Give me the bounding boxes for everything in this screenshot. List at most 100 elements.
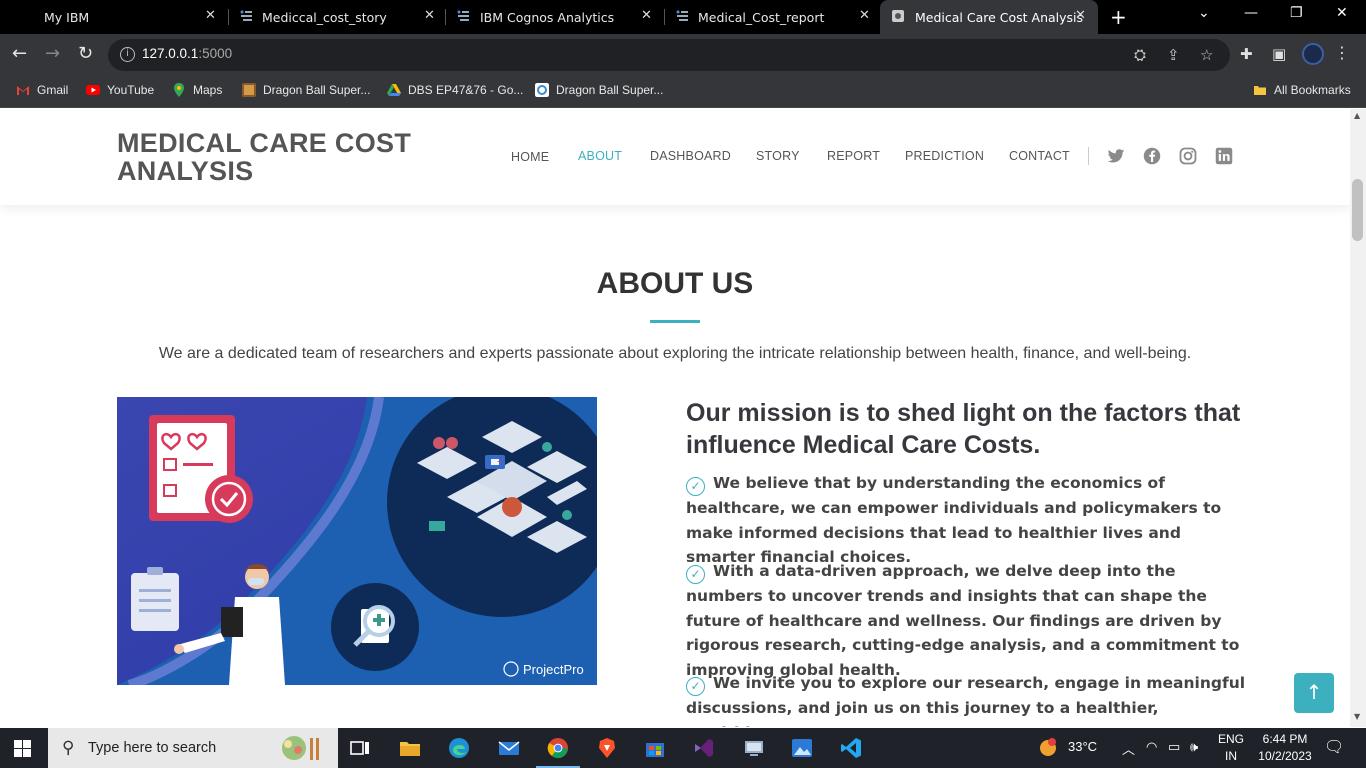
tray-chevron-icon[interactable]: ︿	[1122, 739, 1135, 758]
battery-icon[interactable]: ▭	[1168, 739, 1180, 755]
translate-icon[interactable]: ⛭	[1134, 46, 1146, 64]
edge-icon[interactable]	[447, 736, 471, 760]
tab-my-ibm[interactable]: My IBM ✕	[0, 0, 228, 34]
folder-icon	[1254, 86, 1266, 95]
site-info-icon[interactable]: i	[120, 47, 135, 62]
nav-report[interactable]: REPORT	[827, 149, 880, 163]
nav-home[interactable]: HOME	[511, 150, 549, 164]
url-text: 127.0.0.1:5000	[142, 46, 232, 61]
mail-icon[interactable]	[497, 736, 521, 760]
nav-dashboard[interactable]: DASHBOARD	[650, 149, 731, 163]
site-favicon-icon	[892, 10, 904, 22]
nav-prediction[interactable]: PREDICTION	[905, 149, 984, 163]
region-code: IN	[1225, 749, 1237, 763]
bookmark-youtube[interactable]: YouTube	[86, 83, 154, 97]
bookmark-dragon-ball-2[interactable]: Dragon Ball Super...	[535, 83, 663, 97]
mission-bullet: ✓ We invite you to explore our research, …	[686, 671, 1246, 727]
input-language[interactable]: ENG IN	[1218, 731, 1244, 765]
nav-divider	[1088, 147, 1089, 165]
site-logo[interactable]: MEDICAL CARE COST ANALYSIS	[117, 129, 437, 185]
address-bar[interactable]: i 127.0.0.1:5000 ⛭ ⇪ ☆	[108, 39, 1230, 71]
close-icon[interactable]: ✕	[205, 8, 216, 23]
tab-ibm-cognos-analytics[interactable]: IBM Cognos Analytics ✕	[446, 0, 664, 34]
nav-story[interactable]: STORY	[756, 149, 800, 163]
side-panel-icon[interactable]: ▣	[1272, 45, 1286, 63]
share-icon[interactable]: ⇪	[1167, 46, 1180, 64]
nav-about[interactable]: ABOUT	[578, 149, 622, 163]
weather-temperature[interactable]: 33°C	[1068, 739, 1097, 754]
task-view-icon[interactable]	[348, 736, 372, 760]
bookmark-site-icon	[535, 83, 549, 97]
photos-icon[interactable]	[790, 736, 814, 760]
menu-kebab-icon[interactable]: ⋮	[1334, 43, 1350, 62]
check-circle-icon: ✓	[686, 677, 705, 696]
taskbar-search-box[interactable]: ⚲ Type here to search	[48, 728, 338, 768]
mission-bullet: ✓ We believe that by understanding the ec…	[686, 471, 1246, 570]
profile-avatar[interactable]	[1302, 43, 1324, 65]
maps-icon	[174, 83, 184, 97]
close-icon[interactable]: ✕	[641, 8, 652, 23]
chrome-icon[interactable]	[546, 736, 570, 760]
file-explorer-icon[interactable]	[398, 736, 422, 760]
youtube-icon	[86, 85, 100, 95]
windows-start-icon[interactable]	[14, 740, 31, 757]
volume-icon[interactable]: 🕪	[1190, 739, 1198, 755]
twitter-icon[interactable]	[1107, 147, 1125, 165]
bookmark-dbs-drive[interactable]: DBS EP47&76 - Go...	[387, 83, 523, 97]
back-to-top-button[interactable]: ↑	[1294, 673, 1334, 713]
visual-studio-icon[interactable]	[692, 736, 716, 760]
new-tab-plus-icon[interactable]: +	[1110, 5, 1127, 29]
scroll-down-arrow-icon[interactable]: ▼	[1354, 712, 1360, 721]
bookmark-label: Maps	[193, 83, 223, 97]
all-bookmarks-folder[interactable]: All Bookmarks	[1253, 83, 1351, 97]
tab-medical-cost-report[interactable]: Medical_Cost_report ✕	[665, 0, 880, 34]
system-clock[interactable]: 6:44 PM 10/2/2023	[1250, 731, 1320, 765]
tab-search-chevron-icon[interactable]: ⌄	[1198, 5, 1210, 21]
close-icon[interactable]: ✕	[424, 8, 435, 23]
restore-icon[interactable]: ❐	[1290, 5, 1303, 21]
instagram-icon[interactable]	[1179, 147, 1197, 165]
scroll-up-arrow-icon[interactable]: ▲	[1354, 111, 1360, 120]
tab-label: Medical Care Cost Analysis	[915, 10, 1084, 25]
bookmark-star-icon[interactable]: ☆	[1200, 46, 1213, 64]
check-circle-icon: ✓	[686, 565, 705, 584]
remote-desktop-icon[interactable]	[742, 736, 766, 760]
cognos-icon	[457, 10, 469, 21]
minimize-icon[interactable]: —	[1244, 5, 1258, 21]
all-bookmarks-label: All Bookmarks	[1274, 83, 1351, 97]
store-icon[interactable]	[643, 736, 667, 760]
bullet-text: With a data-driven approach, we delve de…	[686, 562, 1240, 679]
extensions-puzzle-icon[interactable]: ✚	[1240, 45, 1253, 63]
vscode-icon[interactable]	[839, 736, 863, 760]
clock-time: 6:44 PM	[1262, 732, 1308, 746]
nav-contact[interactable]: CONTACT	[1009, 149, 1070, 163]
weather-icon[interactable]	[1036, 736, 1060, 760]
close-icon[interactable]: ✕	[1075, 8, 1086, 23]
medical-illustration: ProjectPro	[117, 397, 597, 685]
forward-arrow-icon[interactable]: →	[45, 43, 60, 64]
close-icon[interactable]: ✕	[859, 8, 870, 23]
tab-label: Medical_Cost_report	[698, 10, 825, 25]
bookmark-gmail[interactable]: Gmail	[16, 83, 68, 97]
reload-icon[interactable]: ↻	[78, 43, 93, 64]
drive-icon	[387, 84, 401, 96]
notification-icon[interactable]: 🗨	[1324, 737, 1344, 757]
arrow-up-icon: ↑	[1305, 680, 1323, 704]
network-icon[interactable]: ◠	[1146, 739, 1157, 755]
tab-medical-care-cost-analysis[interactable]: Medical Care Cost Analysis ✕	[880, 0, 1098, 34]
scroll-thumb[interactable]	[1352, 179, 1363, 241]
linkedin-icon[interactable]	[1215, 147, 1233, 165]
bookmark-label: Gmail	[37, 83, 69, 97]
browser-toolbar: ← → ↻ i 127.0.0.1:5000 ⛭ ⇪ ☆ ✚ ▣ ⋮	[0, 34, 1366, 76]
back-arrow-icon[interactable]: ←	[12, 43, 27, 64]
page-scrollbar[interactable]: ▲ ▼	[1350, 109, 1366, 727]
window-close-icon[interactable]: ✕	[1336, 5, 1348, 21]
mission-bullet: ✓ With a data-driven approach, we delve d…	[686, 559, 1246, 682]
bookmark-label: Dragon Ball Super...	[263, 83, 371, 97]
bookmark-maps[interactable]: Maps	[172, 83, 222, 97]
brave-icon[interactable]	[595, 736, 619, 760]
facebook-icon[interactable]	[1143, 147, 1161, 165]
tab-mediccal-cost-story[interactable]: Mediccal_cost_story ✕	[229, 0, 445, 34]
tab-label: Mediccal_cost_story	[262, 10, 387, 25]
bookmark-dragon-ball-1[interactable]: Dragon Ball Super...	[242, 83, 370, 97]
